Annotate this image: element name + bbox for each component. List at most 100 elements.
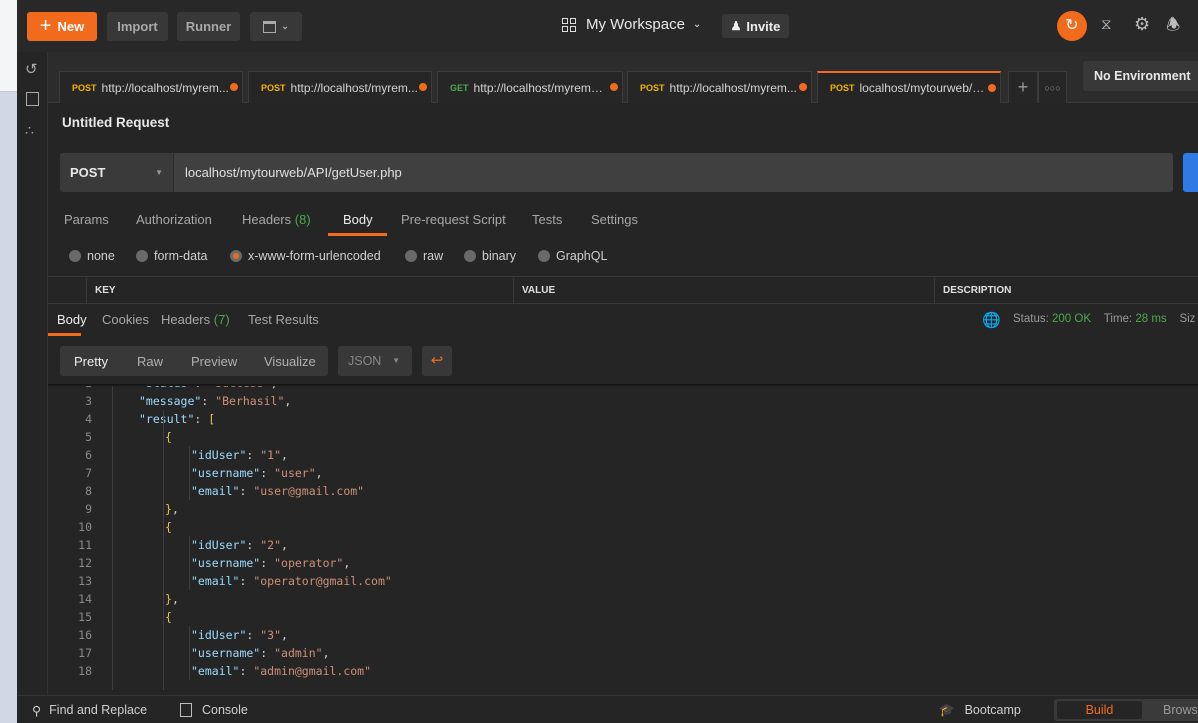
invite-button[interactable]: ♟ Invite xyxy=(722,14,789,38)
unsaved-dot xyxy=(610,83,618,91)
line-number: 3 xyxy=(85,394,92,408)
radio-form-data[interactable]: form-data xyxy=(136,249,208,263)
radio-none[interactable]: none xyxy=(69,249,115,263)
response-tab-body[interactable]: Body xyxy=(57,312,87,327)
code-line: "email": "user@gmail.com" xyxy=(191,482,364,500)
request-tab[interactable]: POST http://localhost/myrem... xyxy=(248,71,432,103)
unsaved-dot xyxy=(230,83,238,91)
plus-icon: + xyxy=(39,15,52,37)
json-punctuation: , xyxy=(315,466,323,480)
response-tab-test-results[interactable]: Test Results xyxy=(248,312,319,327)
json-punctuation: , xyxy=(322,646,330,660)
response-status: Status: 200 OK Time: 28 ms Siz xyxy=(1013,313,1196,325)
import-button[interactable]: Import xyxy=(107,12,168,41)
tab-settings[interactable]: Settings xyxy=(591,212,638,227)
console-button[interactable]: Console xyxy=(180,703,248,717)
find-and-replace-button[interactable]: ⚲ Find and Replace xyxy=(32,703,147,718)
radio-x-www-form-urlencoded[interactable]: x-www-form-urlencoded xyxy=(230,249,381,263)
view-pretty[interactable]: Pretty xyxy=(74,354,108,369)
tab-options-button[interactable]: ○○○ xyxy=(1038,71,1067,103)
column-key: KEY xyxy=(86,278,513,303)
json-string: "3" xyxy=(260,628,282,642)
line-number: 11 xyxy=(78,538,92,552)
wrap-lines-button[interactable]: ↩ xyxy=(422,346,452,376)
request-tab[interactable]: POST http://localhost/myrem... xyxy=(627,71,812,103)
json-punctuation: : xyxy=(239,664,254,678)
response-tab-headers[interactable]: Headers (7) xyxy=(161,312,230,327)
json-punctuation: } xyxy=(165,592,172,606)
json-punctuation: , xyxy=(171,502,179,516)
line-number: 18 xyxy=(78,664,92,678)
bootcamp-icon: 🎓 xyxy=(939,703,955,717)
json-key: "idUser" xyxy=(191,448,247,462)
method-select[interactable]: POST ▼ xyxy=(60,153,174,192)
search-icon: ⚲ xyxy=(32,704,42,718)
unsaved-dot xyxy=(988,84,996,92)
chevron-down-icon: ⌄ xyxy=(281,21,289,31)
code-line: "idUser": "1", xyxy=(191,446,288,464)
json-punctuation: , xyxy=(281,628,288,642)
json-punctuation: , xyxy=(284,394,292,408)
bell-icon[interactable]: 🕭 xyxy=(1166,14,1180,41)
code-line: { xyxy=(165,608,172,626)
indent-guide xyxy=(189,446,190,500)
line-number: 17 xyxy=(78,646,92,660)
build-button[interactable]: Build xyxy=(1057,701,1142,719)
json-key: "email" xyxy=(191,574,240,588)
json-punctuation: , xyxy=(343,556,351,570)
response-tab-cookies[interactable]: Cookies xyxy=(102,312,149,327)
top-bar: + New Import Runner ⌄ My Workspace ⌄ ♟ Invi… xyxy=(17,0,1198,52)
line-number: 5 xyxy=(85,430,92,444)
request-tab[interactable]: GET http://localhost/myremi... xyxy=(437,71,623,103)
browse-button[interactable]: Brows xyxy=(1163,703,1198,717)
line-number: 10 xyxy=(78,520,92,534)
grid-icon xyxy=(562,17,576,32)
request-tab[interactable]: POST http://localhost/myrem... xyxy=(59,71,243,103)
tab-body[interactable]: Body xyxy=(343,212,373,227)
view-raw[interactable]: Raw xyxy=(137,354,163,369)
collections-icon[interactable] xyxy=(26,92,39,106)
json-punctuation: : xyxy=(246,538,261,552)
bootcamp-button[interactable]: 🎓 Bootcamp xyxy=(939,703,1021,718)
runner-button[interactable]: Runner xyxy=(177,12,240,41)
view-preview[interactable]: Preview xyxy=(191,354,237,369)
new-window-button[interactable]: ⌄ xyxy=(250,12,302,41)
line-number: 15 xyxy=(78,610,92,624)
line-number: 14 xyxy=(78,592,92,606)
radio-graphql[interactable]: GraphQL xyxy=(538,249,607,263)
tab-headers[interactable]: Headers (8) xyxy=(242,212,311,227)
gear-icon[interactable]: ⚙ xyxy=(1134,14,1150,35)
request-title[interactable]: Untitled Request xyxy=(62,115,169,130)
column-description: DESCRIPTION xyxy=(934,278,1198,303)
radio-binary[interactable]: binary xyxy=(464,249,516,263)
tab-params[interactable]: Params xyxy=(64,212,109,227)
tab-tests[interactable]: Tests xyxy=(532,212,562,227)
format-select[interactable]: JSON ▼ xyxy=(338,346,412,376)
add-tab-button[interactable]: + xyxy=(1008,71,1038,103)
globe-icon[interactable]: 🌐 xyxy=(982,311,1001,329)
console-icon xyxy=(180,703,192,717)
json-punctuation: : xyxy=(239,484,254,498)
tab-authorization[interactable]: Authorization xyxy=(136,212,212,227)
apis-icon[interactable]: ∴ xyxy=(25,122,41,138)
url-input[interactable]: localhost/mytourweb/API/getUser.php xyxy=(174,153,1173,192)
json-punctuation: : xyxy=(260,646,275,660)
request-tab-active[interactable]: POST localhost/mytourweb/A... xyxy=(817,71,1001,103)
environment-select[interactable]: No Environment xyxy=(1083,61,1198,91)
code-line: { xyxy=(165,428,172,446)
workspace-switcher[interactable]: My Workspace ⌄ xyxy=(562,16,701,33)
code-line: "username": "user", xyxy=(191,464,323,482)
code-line: { xyxy=(165,518,172,536)
send-button[interactable] xyxy=(1183,153,1198,192)
new-button[interactable]: + New xyxy=(27,12,97,41)
history-icon[interactable]: ↺ xyxy=(25,60,41,78)
tab-prerequest-script[interactable]: Pre-request Script xyxy=(401,212,506,227)
json-key: "result" xyxy=(139,412,195,426)
satellite-icon[interactable]: ⧖ xyxy=(1101,16,1112,33)
sync-icon[interactable]: ↻ xyxy=(1057,11,1087,41)
json-punctuation: { xyxy=(165,520,172,534)
view-visualize[interactable]: Visualize xyxy=(264,354,316,369)
json-punctuation: , xyxy=(171,592,179,606)
radio-raw[interactable]: raw xyxy=(405,249,443,263)
response-body-editor[interactable]: 2"status": "success",3"message": "Berhas… xyxy=(48,386,1198,690)
